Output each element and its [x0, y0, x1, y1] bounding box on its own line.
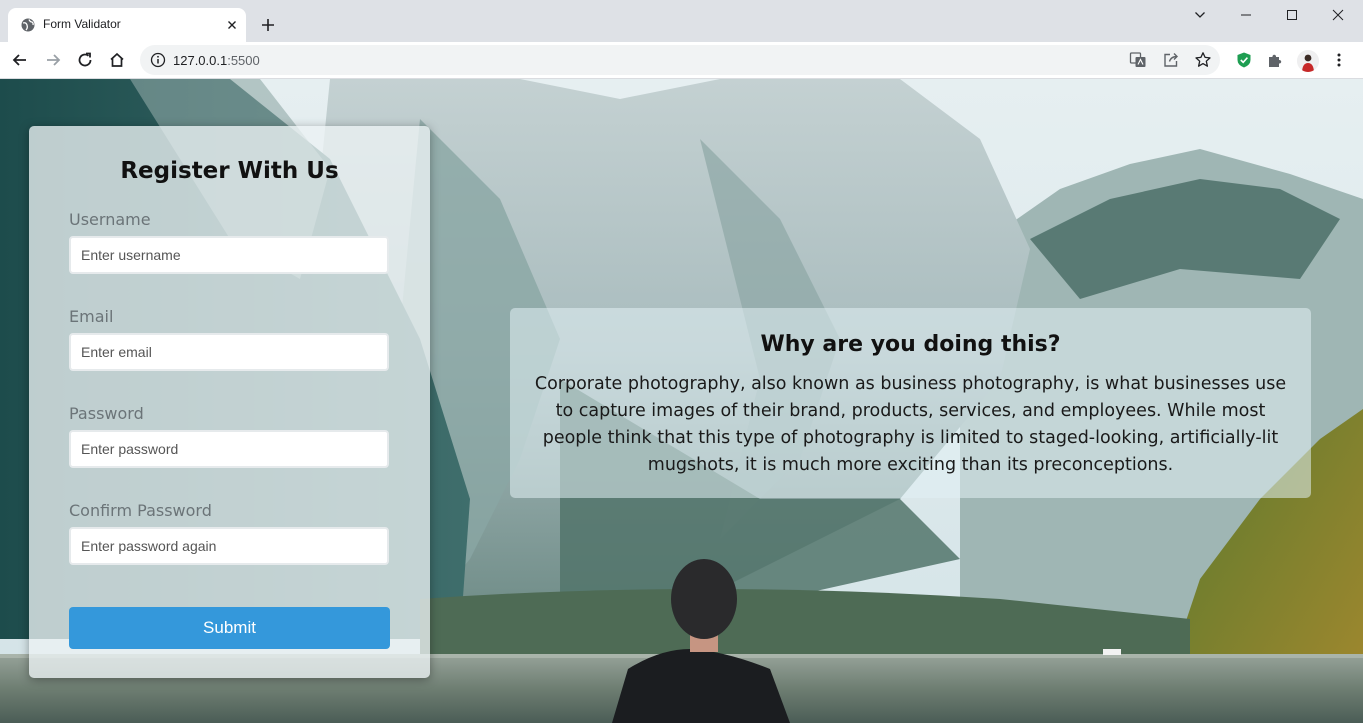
confirm-password-input[interactable] — [69, 527, 389, 565]
tab-search-button[interactable] — [1177, 4, 1223, 26]
forward-icon — [47, 54, 61, 66]
close-window-button[interactable] — [1315, 4, 1361, 26]
profile-icon — [1297, 50, 1319, 72]
maximize-button[interactable] — [1269, 4, 1315, 26]
back-icon — [12, 54, 26, 66]
home-button[interactable] — [107, 50, 127, 70]
page-viewport: Register With Us Username Email Password… — [0, 79, 1363, 723]
url-text: 127.0.0.1:5500 — [173, 53, 260, 68]
star-icon — [1195, 52, 1211, 67]
email-input[interactable] — [69, 333, 389, 371]
chevron-down-icon — [1195, 12, 1205, 18]
more-icon — [1337, 53, 1341, 67]
password-input[interactable] — [69, 430, 389, 468]
username-label: Username — [69, 210, 151, 229]
globe-icon — [21, 18, 35, 32]
form-title: Register With Us — [120, 158, 339, 184]
extensions-button[interactable] — [1265, 50, 1285, 70]
confirm-password-label: Confirm Password — [69, 501, 212, 520]
translate-button[interactable] — [1128, 50, 1148, 70]
bookmark-button[interactable] — [1193, 50, 1213, 70]
reload-button[interactable] — [75, 50, 95, 70]
url-port: :5500 — [227, 53, 260, 68]
maximize-icon — [1287, 10, 1297, 20]
puzzle-icon — [1269, 54, 1282, 67]
translate-icon — [1129, 52, 1146, 67]
menu-button[interactable] — [1329, 50, 1349, 70]
minimize-button[interactable] — [1223, 4, 1269, 26]
email-label: Email — [69, 307, 114, 326]
browser-tab[interactable]: Form Validator — [8, 8, 246, 42]
info-icon[interactable] — [150, 52, 166, 68]
tab-strip: Form Validator — [0, 0, 1363, 42]
share-icon — [1164, 53, 1178, 67]
minimize-icon — [1241, 14, 1251, 16]
username-input[interactable] — [69, 236, 389, 274]
submit-button[interactable]: Submit — [69, 607, 390, 649]
info-body: Corporate photography, also known as bus… — [534, 374, 1287, 475]
back-button[interactable] — [10, 50, 30, 70]
avatar[interactable] — [1297, 50, 1319, 72]
extension-shield-button[interactable] — [1234, 50, 1254, 70]
password-label: Password — [69, 404, 144, 423]
info-card: Why are you doing this? Corporate photog… — [510, 308, 1311, 498]
close-icon — [1332, 9, 1344, 21]
info-title: Why are you doing this? — [760, 332, 1061, 357]
home-icon — [110, 52, 124, 67]
url-host: 127.0.0.1 — [173, 53, 228, 68]
share-button[interactable] — [1161, 50, 1181, 70]
close-icon[interactable] — [224, 17, 240, 33]
tab-title: Form Validator — [43, 17, 121, 31]
forward-button[interactable] — [43, 50, 63, 70]
address-bar[interactable]: 127.0.0.1:5500 — [140, 45, 1220, 75]
shield-icon — [1237, 52, 1251, 68]
browser-toolbar: 127.0.0.1:5500 — [0, 42, 1363, 79]
register-form: Register With Us Username Email Password… — [29, 126, 430, 678]
plus-icon[interactable] — [258, 15, 278, 35]
reload-icon — [78, 52, 92, 67]
